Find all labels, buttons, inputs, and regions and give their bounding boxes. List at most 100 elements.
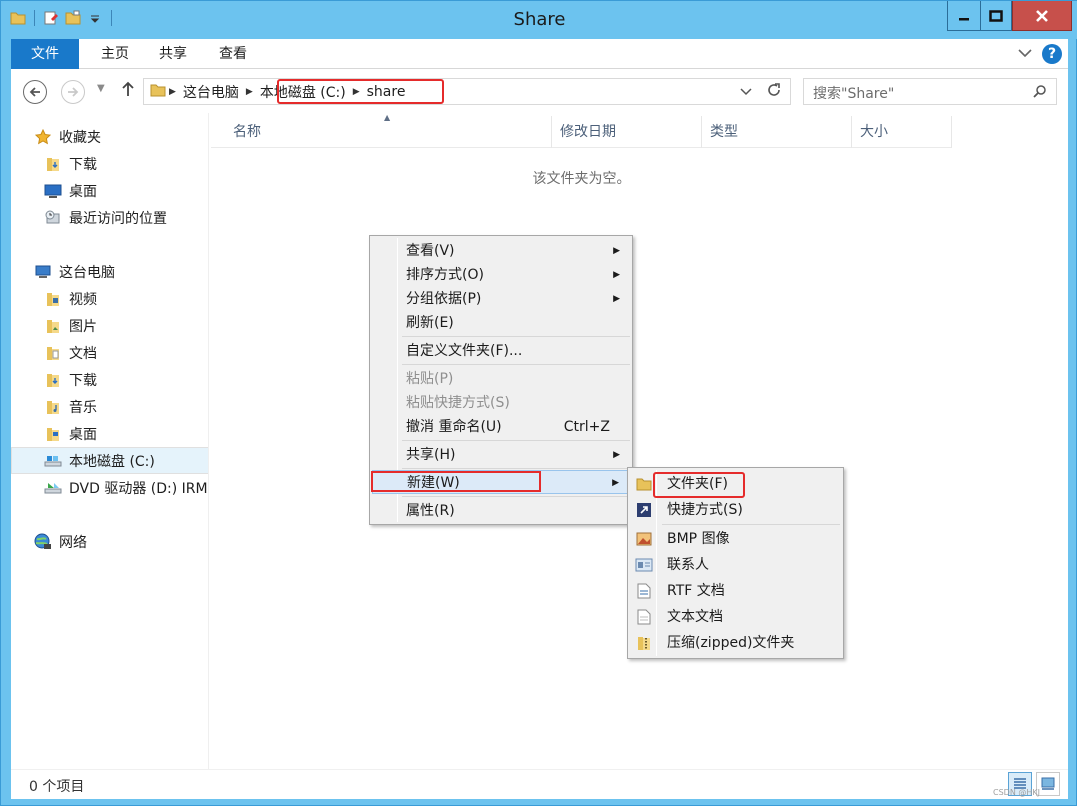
shortcut-icon [635,501,653,519]
rtf-document-icon [635,582,653,600]
sidebar-item-documents[interactable]: 文档 [11,339,208,366]
empty-folder-message: 该文件夹为空。 [532,171,631,187]
menu-separator [662,524,840,525]
search-input[interactable]: 搜索"Share" [803,78,1057,105]
menu-item-paste: 粘贴(P) [406,371,454,387]
sort-ascending-icon: ▲ [384,113,391,122]
zip-folder-icon [635,634,653,652]
forward-button[interactable] [61,80,85,104]
up-arrow-icon [122,81,134,96]
tab-file[interactable]: 文件 [11,39,79,69]
recent-locations-dropdown-icon[interactable]: ▼ [97,83,105,94]
menu-item-sort-by[interactable]: 排序方式(O) ▶ [372,263,630,287]
address-row: ▼ ▶ 这台电脑 ▶ 本地磁盘 (C:) ▶ share 搜索"Share" [11,69,1068,113]
folder-icon [635,475,653,493]
breadcrumb-separator-icon[interactable]: ▶ [246,87,253,97]
sidebar-item-favorites[interactable]: 收藏夹 [11,123,208,150]
computer-icon [34,263,52,281]
minimize-icon [959,17,969,20]
submenu-item-bmp-image[interactable]: BMP 图像 [630,526,842,552]
menu-item-share[interactable]: 共享(H) ▶ [372,443,630,467]
submenu-arrow-icon: ▶ [613,246,620,256]
sidebar-item-this-pc[interactable]: 这台电脑 [11,258,208,285]
menu-item-view[interactable]: 查看(V) ▶ [372,239,630,263]
sidebar-item-downloads[interactable]: 下载 [11,150,208,177]
sidebar-item-desktop-pc[interactable]: 桌面 [11,420,208,447]
maximize-button[interactable] [980,1,1012,31]
search-placeholder: 搜索"Share" [813,86,895,102]
up-button[interactable] [121,81,135,102]
submenu-arrow-icon: ▶ [613,294,620,304]
title-bar: Share [1,1,1077,39]
column-header-date-modified[interactable]: 修改日期 [552,116,702,148]
tab-share[interactable]: 共享 [145,39,201,69]
sidebar-item-downloads-pc[interactable]: 下载 [11,366,208,393]
maximize-icon [989,9,1003,22]
window-title: Share [513,9,566,30]
caption-buttons [947,1,1072,31]
menu-separator [402,468,630,469]
minimize-button[interactable] [947,1,980,31]
submenu-item-shortcut[interactable]: 快捷方式(S) [630,497,842,523]
sidebar-item-pictures[interactable]: 图片 [11,312,208,339]
back-arrow-icon [29,87,40,97]
sidebar-item-network[interactable]: 网络 [11,528,208,555]
dvd-drive-icon [44,479,62,497]
address-history-dropdown-icon[interactable] [740,85,752,99]
menu-item-refresh[interactable]: 刷新(E) [372,311,630,335]
network-icon [34,533,52,551]
column-headers: 名称 修改日期 类型 大小 [211,116,952,148]
menu-item-group-by[interactable]: 分组依据(P) ▶ [372,287,630,311]
folder-option-highlight-box [653,472,745,498]
column-header-name[interactable]: 名称 [211,116,552,148]
tab-home[interactable]: 主页 [87,39,143,69]
status-bar: 0 个项目 CSDN @HKJ [11,769,1068,799]
submenu-item-text-document[interactable]: 文本文档 [630,604,842,630]
contact-icon [635,556,653,574]
sidebar-item-videos[interactable]: 视频 [11,285,208,312]
search-icon[interactable] [1033,84,1047,102]
menu-separator [402,336,630,337]
column-header-type[interactable]: 类型 [702,116,852,148]
column-header-size[interactable]: 大小 [852,116,952,148]
sidebar-item-local-disk[interactable]: 本地磁盘 (C:) [11,447,208,474]
breadcrumb-separator-icon[interactable]: ▶ [169,87,176,97]
back-button[interactable] [23,80,47,104]
menu-item-properties[interactable]: 属性(R) [372,499,630,523]
tab-view[interactable]: 查看 [203,39,263,69]
sidebar-item-dvd-drive[interactable]: DVD 驱动器 (D:) IRM [11,474,208,501]
sidebar-item-desktop[interactable]: 桌面 [11,177,208,204]
item-count: 0 个项目 [29,779,85,795]
documents-folder-icon [44,344,62,362]
desktop-folder-icon [44,425,62,443]
desktop-icon [44,182,62,200]
help-button[interactable]: ? [1042,44,1062,64]
close-button[interactable] [1012,1,1072,31]
submenu-item-zip-folder[interactable]: 压缩(zipped)文件夹 [630,630,842,656]
submenu-item-contact[interactable]: 联系人 [630,552,842,578]
watermark: CSDN @HKJ [993,788,1040,797]
menu-item-undo-rename[interactable]: 撤消 重命名(U) Ctrl+Z [372,415,630,439]
sidebar-item-music[interactable]: 音乐 [11,393,208,420]
menu-item-customize-folder[interactable]: 自定义文件夹(F)... [372,339,630,363]
explorer-window: Share 文件 主页 共享 查看 ? ▼ ▶ 这台电脑 ▶ 本地磁盘 (C:)… [0,0,1077,806]
address-highlight-box [277,79,444,104]
address-bar[interactable]: ▶ 这台电脑 ▶ 本地磁盘 (C:) ▶ share [143,78,791,105]
drive-icon [44,452,62,470]
ribbon-right-controls: ? [1018,44,1062,64]
breadcrumb-this-pc[interactable]: 这台电脑 [183,82,239,102]
pictures-folder-icon [44,317,62,335]
ribbon-tabs: 文件 主页 共享 查看 ? [11,39,1068,69]
sidebar-item-recent-places[interactable]: 最近访问的位置 [11,204,208,231]
refresh-icon[interactable] [766,82,782,101]
submenu-item-rtf-document[interactable]: RTF 文档 [630,578,842,604]
music-folder-icon [44,398,62,416]
downloads-folder-icon [44,371,62,389]
menu-accelerator: Ctrl+Z [563,419,610,435]
navigation-pane: 收藏夹 下载 桌面 最近访问的位置 这台电脑 视频 图片 文档 下载 音乐 桌面… [11,113,209,769]
expand-ribbon-icon[interactable] [1018,46,1032,62]
address-tools [740,79,790,104]
menu-separator [402,440,630,441]
submenu-arrow-icon: ▶ [613,450,620,460]
recent-places-icon [44,209,62,227]
